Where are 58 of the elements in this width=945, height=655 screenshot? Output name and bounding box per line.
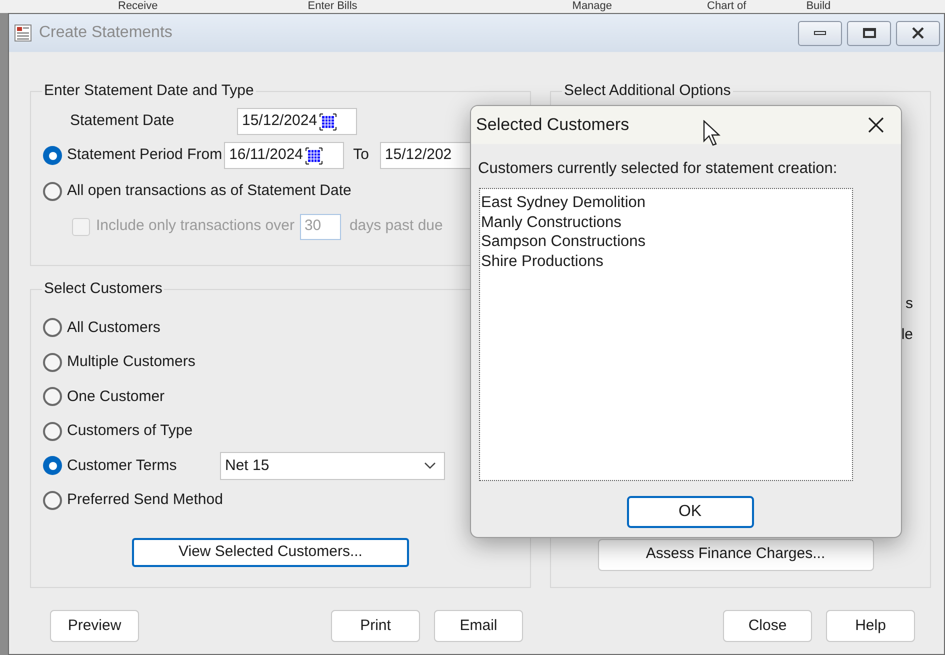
option-label: s	[906, 294, 913, 314]
checkbox-label: Include only transactions over	[96, 216, 294, 236]
radio-button[interactable]	[43, 182, 62, 201]
chevron-down-icon	[424, 462, 436, 470]
date-field[interactable]: 15/12/2024	[237, 108, 357, 135]
date-field[interactable]: 16/11/2024	[224, 142, 344, 169]
radio-button[interactable]	[43, 318, 62, 338]
list-item[interactable]: Shire Productions	[480, 252, 604, 272]
radio-button[interactable]	[43, 456, 62, 476]
dialog-title: Selected Customers	[476, 114, 630, 136]
list-item[interactable]: East Sydney Demolition	[480, 193, 646, 213]
group-title: Select Customers	[43, 279, 164, 299]
view-selected-button[interactable]: View Selected Customers...	[132, 538, 409, 566]
customer-list[interactable]: East Sydney Demolition Manly Constructions Sampson Constructions Shire Productions	[479, 188, 853, 482]
close-icon[interactable]	[867, 116, 885, 134]
window-title: Create Statements	[39, 23, 172, 43]
group-title: Select Additional Options	[563, 81, 732, 101]
toolbar-label[interactable]: Build	[806, 0, 831, 13]
toolbar-label[interactable]: Enter Bills	[308, 0, 358, 13]
checkbox-label: days past due	[349, 216, 443, 236]
close-button[interactable]	[896, 20, 940, 46]
radio-label[interactable]: One Customer	[67, 386, 215, 408]
radio-button[interactable]	[43, 422, 62, 441]
radio-label[interactable]: Statement Period From	[67, 144, 222, 167]
radio-button[interactable]	[43, 352, 62, 372]
footer-button[interactable]: Close	[723, 610, 812, 642]
radio-label[interactable]: All Customers	[67, 316, 215, 339]
finance-charges-button[interactable]: Assess Finance Charges...	[598, 538, 874, 570]
option-label: le	[901, 325, 913, 345]
calendar-icon[interactable]	[305, 146, 324, 164]
close-icon	[911, 27, 925, 39]
minimize-button[interactable]	[798, 20, 842, 46]
footer-button[interactable]: Print	[331, 610, 420, 642]
ok-button[interactable]: OK	[626, 496, 754, 528]
radio-button[interactable]	[43, 146, 62, 165]
field-label: To	[353, 145, 369, 166]
maximize-button[interactable]	[847, 20, 891, 46]
group-title: Enter Statement Date and Type	[43, 81, 255, 101]
list-item[interactable]: Sampson Constructions	[480, 232, 646, 252]
toolbar-label[interactable]: Receive	[118, 0, 158, 13]
radio-button[interactable]	[43, 490, 62, 510]
calendar-icon[interactable]	[319, 112, 338, 130]
terms-dropdown[interactable]: Net 15	[220, 452, 445, 480]
list-item[interactable]: Manly Constructions	[480, 212, 622, 232]
radio-label[interactable]: Preferred Send Method	[67, 489, 223, 512]
radio-label[interactable]: Multiple Customers	[67, 351, 215, 374]
footer-button[interactable]: Preview	[50, 610, 139, 642]
radio-label[interactable]: All open transactions as of Statement Date	[67, 180, 352, 203]
footer-button[interactable]: Email	[434, 610, 523, 642]
toolbar-label[interactable]: Manage	[572, 0, 612, 13]
toolbar-label[interactable]: Chart of	[707, 0, 746, 13]
footer-button[interactable]: Help	[826, 610, 915, 642]
field-label: Statement Date	[70, 111, 176, 132]
radio-label[interactable]: Customer Terms	[67, 454, 215, 477]
mouse-pointer-icon	[703, 120, 723, 148]
app-icon	[13, 23, 33, 43]
radio-button[interactable]	[43, 387, 62, 406]
radio-label[interactable]: Customers of Type	[67, 420, 215, 442]
